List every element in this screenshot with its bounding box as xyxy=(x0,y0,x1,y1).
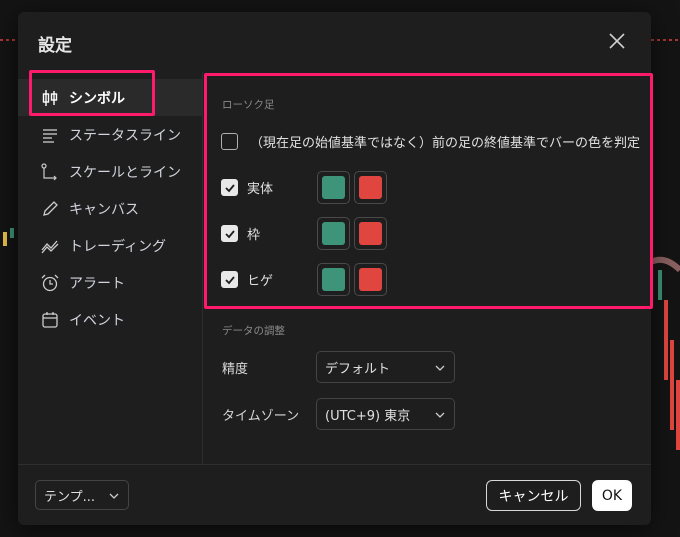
sidebar-item-label: シンボル xyxy=(69,90,125,107)
timezone-value: (UTC+9) 東京 xyxy=(325,408,411,424)
wick-label: ヒゲ xyxy=(247,274,274,289)
sidebar-item-label: キャンバス xyxy=(69,201,139,218)
down-color xyxy=(359,222,382,245)
trading-icon xyxy=(40,236,60,256)
cancel-button[interactable]: キャンセル xyxy=(486,480,581,511)
sidebar-item-label: トレーディング xyxy=(69,238,167,255)
up-color xyxy=(322,222,345,245)
sidebar-item-alerts[interactable]: アラート xyxy=(18,264,202,301)
dialog-title: 設定 xyxy=(38,36,72,56)
chevron-down-icon xyxy=(435,412,445,418)
sidebar-item-scales[interactable]: スケールとライン xyxy=(18,153,202,190)
border-label: 枠 xyxy=(247,228,261,243)
pencil-icon xyxy=(40,199,60,219)
sidebar-item-label: ステータスライン xyxy=(69,127,181,144)
wick-down-color-swatch[interactable] xyxy=(354,263,387,296)
body-checkbox[interactable] xyxy=(221,179,238,196)
up-color xyxy=(322,268,345,291)
sidebar-item-symbol[interactable]: シンボル xyxy=(18,79,202,116)
down-color xyxy=(359,176,382,199)
up-color xyxy=(322,176,345,199)
sidebar-item-status-line[interactable]: ステータスライン xyxy=(18,116,202,153)
calendar-icon xyxy=(40,310,60,330)
body-row: 実体 xyxy=(221,178,273,197)
precision-value: デフォルト xyxy=(325,361,391,377)
precision-select[interactable]: デフォルト xyxy=(316,351,455,383)
down-color xyxy=(359,268,382,291)
timezone-select[interactable]: (UTC+9) 東京 xyxy=(316,398,455,430)
sidebar-item-events[interactable]: イベント xyxy=(18,301,202,338)
sidebar-item-label: アラート xyxy=(69,275,125,292)
prev-close-label: （現在足の始値基準ではなく）前の足の終値基準でバーの色を判定 xyxy=(250,136,641,151)
footer-divider xyxy=(18,464,651,465)
prev-close-row[interactable]: （現在足の始値基準ではなく）前の足の終値基準でバーの色を判定 xyxy=(221,132,640,151)
sidebar: シンボル ステータスライン スケールとライン キャンバス トレーディング アラー… xyxy=(18,79,202,338)
sidebar-divider xyxy=(202,72,203,464)
border-checkbox[interactable] xyxy=(221,225,238,242)
candles-section-label: ローソク足 xyxy=(222,99,275,111)
prev-close-checkbox[interactable] xyxy=(221,133,238,150)
body-label: 実体 xyxy=(247,182,274,197)
precision-label: 精度 xyxy=(222,362,249,377)
template-select[interactable]: テンプ... xyxy=(35,480,129,510)
border-row: 枠 xyxy=(221,224,260,243)
alarm-clock-icon xyxy=(40,273,60,293)
wick-checkbox[interactable] xyxy=(221,271,238,288)
candlestick-icon xyxy=(40,88,60,108)
sidebar-item-canvas[interactable]: キャンバス xyxy=(18,190,202,227)
border-up-color-swatch[interactable] xyxy=(317,217,350,250)
body-up-color-swatch[interactable] xyxy=(317,171,350,204)
timezone-label: タイムゾーン xyxy=(222,409,300,424)
scales-icon xyxy=(40,162,60,182)
wick-up-color-swatch[interactable] xyxy=(317,263,350,296)
body-down-color-swatch[interactable] xyxy=(354,171,387,204)
data-adjust-section-label: データの調整 xyxy=(222,325,285,337)
checkmark-icon xyxy=(224,275,235,284)
wick-row: ヒゲ xyxy=(221,270,273,289)
close-icon[interactable] xyxy=(606,30,628,52)
chevron-down-icon xyxy=(435,365,445,371)
chevron-down-icon xyxy=(109,493,119,499)
checkmark-icon xyxy=(224,183,235,192)
template-label: テンプ... xyxy=(44,489,96,505)
border-down-color-swatch[interactable] xyxy=(354,217,387,250)
sidebar-item-trading[interactable]: トレーディング xyxy=(18,227,202,264)
checkmark-icon xyxy=(224,229,235,238)
sidebar-item-label: イベント xyxy=(69,312,125,329)
status-line-icon xyxy=(40,125,60,145)
settings-dialog: 設定 シンボル ステータスライン スケールとライン キャンバス トレーディング … xyxy=(18,12,653,525)
ok-button[interactable]: OK xyxy=(592,480,632,511)
sidebar-item-label: スケールとライン xyxy=(69,164,181,181)
